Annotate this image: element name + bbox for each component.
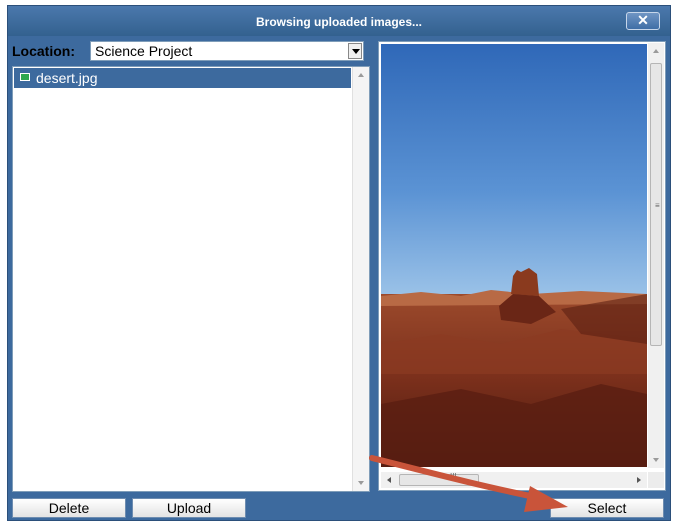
close-icon: ✕ [637, 12, 649, 28]
file-name: desert.jpg [36, 70, 98, 86]
location-row: Location: Science Project [12, 41, 372, 61]
dialog-title: Browsing uploaded images... [255, 15, 423, 29]
image-browser-dialog: Browsing uploaded images... ✕ Location: … [7, 5, 671, 521]
horizontal-scroll-thumb[interactable]: III [399, 472, 479, 486]
location-value: Science Project [95, 43, 193, 59]
file-list[interactable]: desert.jpg [12, 66, 370, 492]
file-list-scrollbar[interactable] [352, 67, 369, 491]
location-label: Location: [12, 43, 75, 59]
desert-preview-image [381, 44, 647, 467]
delete-button[interactable]: Delete [12, 498, 126, 518]
preview-vertical-scrollbar[interactable]: ≡ [648, 43, 664, 468]
scroll-grip: ≡ [655, 201, 660, 210]
title-bar[interactable]: Browsing uploaded images... ✕ [8, 6, 670, 36]
location-select[interactable]: Science Project [90, 41, 364, 61]
upload-button[interactable]: Upload [132, 498, 246, 518]
preview-horizontal-scrollbar[interactable]: III [381, 472, 647, 488]
chevron-down-icon[interactable] [348, 43, 362, 59]
image-file-icon [20, 73, 30, 81]
vertical-scroll-thumb[interactable]: ≡ [650, 63, 662, 346]
file-item-desert[interactable]: desert.jpg [14, 68, 351, 88]
close-button[interactable]: ✕ [626, 12, 660, 30]
scroll-up-icon[interactable] [653, 49, 659, 53]
scrollbar-corner [648, 472, 664, 488]
scroll-down-icon[interactable] [653, 458, 659, 462]
scroll-right-icon[interactable] [637, 477, 641, 483]
image-preview-pane[interactable]: ≡ III [378, 41, 666, 491]
scroll-left-icon[interactable] [387, 477, 391, 483]
select-button[interactable]: Select [550, 498, 664, 518]
scroll-up-icon[interactable] [358, 73, 364, 77]
scroll-down-icon[interactable] [358, 481, 364, 485]
scroll-grip: III [450, 472, 457, 481]
